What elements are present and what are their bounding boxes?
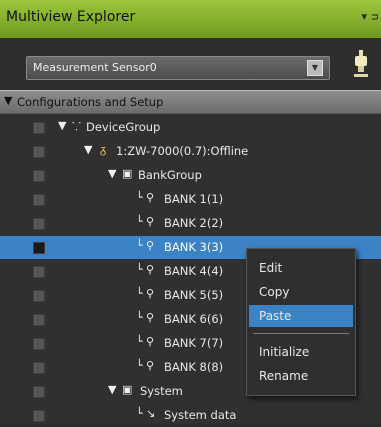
panel-title-bar: Multiview Explorer ▾ ᴝ bbox=[0, 0, 381, 39]
node-marker bbox=[33, 314, 45, 326]
tree-node-bank-1[interactable]: └ ⚲ BANK 1(1) bbox=[0, 188, 381, 211]
tree-node-label: System bbox=[140, 384, 183, 398]
tree-branch-line: └ bbox=[136, 407, 143, 420]
expand-arrow-icon[interactable]: ▼ bbox=[84, 143, 92, 156]
bank-icon: ⚲ bbox=[146, 359, 155, 372]
bank-icon: ⚲ bbox=[146, 287, 155, 300]
menu-item-label: Paste bbox=[259, 309, 292, 323]
node-marker bbox=[33, 386, 45, 398]
node-marker bbox=[33, 362, 45, 374]
menu-item-label: Rename bbox=[259, 369, 309, 383]
tree-node-devicegroup[interactable]: ▼ ⸪ DeviceGroup bbox=[0, 116, 381, 139]
bank-icon: ⚲ bbox=[146, 263, 155, 276]
menu-separator bbox=[253, 333, 349, 334]
expand-arrow-icon[interactable]: ▼ bbox=[108, 383, 116, 396]
folder-icon: ▣ bbox=[122, 383, 133, 396]
node-marker bbox=[33, 218, 45, 230]
device-group-icon: ⸪ bbox=[72, 120, 82, 133]
context-menu: Edit Copy Paste Initialize Rename bbox=[246, 248, 356, 396]
tree-node-label: BANK 8(8) bbox=[164, 360, 224, 374]
menu-item-label: Copy bbox=[259, 285, 290, 299]
tree-node-bank-2[interactable]: └ ⚲ BANK 2(2) bbox=[0, 212, 381, 235]
pin-dropdown-icon[interactable]: ▾ bbox=[361, 10, 367, 23]
menu-item-paste[interactable]: Paste bbox=[249, 305, 353, 327]
sensor-device-icon: ᵹ bbox=[100, 143, 107, 156]
node-marker bbox=[33, 194, 45, 206]
tree-branch-line: └ bbox=[136, 287, 143, 300]
menu-item-rename[interactable]: Rename bbox=[249, 365, 353, 387]
tree-branch-line: └ bbox=[136, 239, 143, 252]
bank-icon: ⚲ bbox=[146, 311, 155, 324]
sensor-dropdown-value: Measurement Sensor0 bbox=[33, 61, 157, 74]
tree-branch-line: └ bbox=[136, 311, 143, 324]
bank-icon: ⚲ bbox=[146, 215, 155, 228]
dropdown-arrow-icon[interactable]: ▼ bbox=[307, 60, 323, 76]
tree-branch-line: └ bbox=[136, 191, 143, 204]
tree-node-label: 1:ZW-7000(0.7):Offline bbox=[116, 144, 249, 158]
tree-node-label: BANK 6(6) bbox=[164, 312, 224, 326]
expand-arrow-icon[interactable]: ▼ bbox=[108, 167, 116, 180]
tree-node-label: BANK 1(1) bbox=[164, 192, 224, 206]
tree-node-label: BankGroup bbox=[138, 168, 202, 182]
tree-node-label: System data bbox=[164, 408, 237, 422]
node-marker bbox=[33, 122, 45, 134]
bank-icon: ⚲ bbox=[146, 335, 155, 348]
expand-arrow-icon[interactable]: ▼ bbox=[4, 94, 12, 107]
tree-node-sensor-device[interactable]: ▼ ᵹ 1:ZW-7000(0.7):Offline bbox=[0, 140, 381, 163]
menu-item-label: Initialize bbox=[259, 345, 310, 359]
expand-arrow-icon[interactable]: ▼ bbox=[58, 119, 66, 132]
tree-node-bankgroup[interactable]: ▼ ▣ BankGroup bbox=[0, 164, 381, 187]
tree-node-label: DeviceGroup bbox=[86, 120, 161, 134]
node-marker bbox=[33, 338, 45, 350]
tree-branch-line: └ bbox=[136, 263, 143, 276]
bank-icon: ⚲ bbox=[146, 239, 155, 252]
menu-item-label: Edit bbox=[259, 261, 283, 275]
tree-header-label: Configurations and Setup bbox=[17, 95, 164, 109]
tree-branch-line: └ bbox=[136, 215, 143, 228]
sensor-dropdown[interactable]: Measurement Sensor0 ▼ bbox=[26, 56, 330, 80]
wrench-icon: ↘ bbox=[146, 407, 156, 420]
tree-branch-line: └ bbox=[136, 335, 143, 348]
menu-item-edit[interactable]: Edit bbox=[249, 257, 353, 279]
menu-item-copy[interactable]: Copy bbox=[249, 281, 353, 303]
tree-node-label: BANK 5(5) bbox=[164, 288, 224, 302]
tree-node-label: BANK 3(3) bbox=[164, 240, 224, 254]
tree-node-label: BANK 2(2) bbox=[164, 216, 224, 230]
node-marker bbox=[33, 410, 45, 422]
multiview-explorer-panel: Multiview Explorer ▾ ᴝ Measurement Senso… bbox=[0, 0, 381, 424]
tree-branch-line: └ bbox=[136, 359, 143, 372]
auto-hide-pin-icon[interactable]: ᴝ bbox=[371, 10, 379, 23]
node-marker bbox=[33, 290, 45, 302]
sensor-selector-area: Measurement Sensor0 ▼ bbox=[0, 38, 381, 90]
node-marker bbox=[33, 170, 45, 182]
connection-plug-icon[interactable] bbox=[352, 50, 370, 80]
tree-node-label: BANK 4(4) bbox=[164, 264, 224, 278]
tree-node-label: BANK 7(7) bbox=[164, 336, 224, 350]
node-marker bbox=[33, 266, 45, 278]
panel-title: Multiview Explorer bbox=[6, 9, 136, 25]
tree-header-configurations[interactable]: ▼ Configurations and Setup bbox=[0, 90, 381, 114]
menu-item-initialize[interactable]: Initialize bbox=[249, 341, 353, 363]
node-marker bbox=[33, 242, 45, 254]
bank-icon: ⚲ bbox=[146, 191, 155, 204]
node-marker bbox=[33, 146, 45, 158]
folder-icon: ▣ bbox=[122, 167, 133, 180]
